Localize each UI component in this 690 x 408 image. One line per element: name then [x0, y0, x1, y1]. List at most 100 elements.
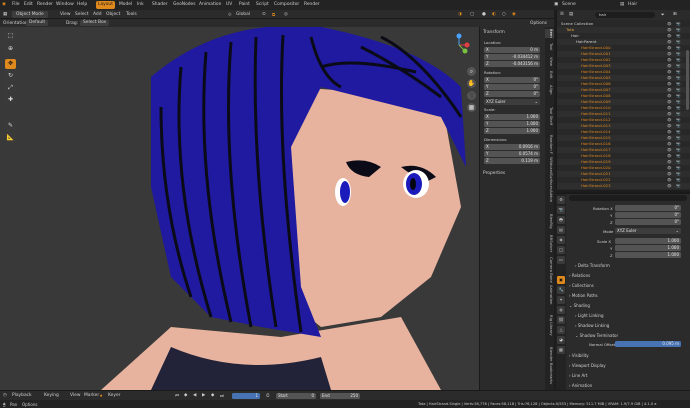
location-z-field[interactable]: Z -0.043156 m	[484, 61, 540, 67]
tab-wildcard-surfaces[interactable]: WildcardSurfacesAddon	[545, 157, 554, 202]
xray-icon[interactable]: ▢	[470, 12, 474, 17]
dimensions-x-field[interactable]: X 0.0916 m	[484, 144, 540, 150]
new-collection-icon[interactable]: ⊞	[673, 12, 677, 17]
tab-tool-shelf[interactable]: Tool Shelf	[545, 107, 554, 125]
outliner-editor-icon[interactable]: ☰	[560, 12, 564, 17]
move-tool-icon[interactable]: ✥	[5, 59, 16, 69]
keying-menu[interactable]: Keying	[44, 393, 59, 398]
tab-item[interactable]: Item	[545, 29, 554, 38]
next-key-icon[interactable]: ◆	[211, 393, 214, 398]
start-frame-field[interactable]: Start 0	[276, 393, 316, 399]
view-layer-props-icon[interactable]: ▤	[557, 226, 565, 234]
outline-icon[interactable]: ◉	[512, 12, 516, 17]
end-frame-field[interactable]: End 250	[320, 393, 360, 399]
tab-blender-bookmarks[interactable]: Blender Bookmarks	[545, 347, 554, 384]
editor-type-icon[interactable]: ▦	[3, 12, 7, 17]
rotation-y-field[interactable]: Y 0°	[484, 84, 540, 90]
drag-dropdown[interactable]: Select Box	[80, 20, 110, 26]
section-delta-transform[interactable]: › Delta Transform	[575, 262, 690, 270]
mode-dropdown[interactable]: Object Mode	[12, 11, 48, 18]
shading-solid-icon[interactable]: ●	[482, 12, 486, 17]
shading-material-icon[interactable]: ◐	[492, 12, 496, 17]
section-shadow-linking[interactable]: › Shadow Linking	[575, 322, 690, 330]
normal-offset-field[interactable]: 0.095 m	[615, 341, 681, 347]
section-visibility[interactable]: › Visibility	[569, 352, 689, 360]
tab-animation[interactable]: Animation	[545, 285, 554, 304]
tab-brsolver[interactable]: BRSolver	[545, 235, 554, 252]
play-icon[interactable]: ▶	[202, 393, 205, 398]
menu-edit[interactable]: Edit	[24, 2, 33, 7]
tab-compositor[interactable]: Compositor	[272, 1, 301, 9]
scale-z-field[interactable]: Z 1.000	[484, 128, 540, 134]
tab-animation[interactable]: Animation	[197, 1, 223, 9]
viewlayer-selector[interactable]: Hair	[628, 2, 637, 7]
section-shadow-terminator[interactable]: ⌄ Shadow Terminator	[575, 332, 690, 340]
measure-tool-icon[interactable]: 📐	[5, 133, 16, 143]
keyer-dropdown[interactable]: Keyer	[108, 393, 120, 398]
properties-section-header[interactable]: Properties	[483, 171, 505, 176]
rotate-tool-icon[interactable]: ↻	[5, 71, 16, 81]
tab-rig-library[interactable]: Rig Library	[545, 315, 554, 336]
section-shading[interactable]: ⌄ Shading	[569, 302, 689, 310]
zoom-icon[interactable]: ⌕	[467, 67, 476, 76]
material-props-icon[interactable]: ◕	[557, 336, 565, 344]
menu-help[interactable]: Help	[77, 2, 87, 7]
transform-orientation-dropdown[interactable]: Global	[236, 12, 250, 17]
perspective-grid-icon[interactable]: ▦	[467, 103, 476, 112]
options-dropdown[interactable]: Options	[530, 21, 547, 26]
tab-uv[interactable]: UV	[224, 1, 234, 9]
object-props-icon[interactable]: ▣	[557, 276, 565, 284]
timeline-editor-icon[interactable]: ◷	[3, 393, 7, 398]
scene-props-icon[interactable]: ◈	[557, 236, 565, 244]
jump-start-icon[interactable]: ⏮	[175, 393, 179, 399]
dimensions-z-field[interactable]: Z 0.119 m	[484, 158, 540, 164]
constraints-props-icon[interactable]: ⛓	[557, 316, 565, 324]
section-relations[interactable]: › Relations	[569, 272, 689, 280]
tab-tool[interactable]: Tool	[545, 43, 554, 50]
pivot-icon[interactable]: ⊙	[262, 12, 266, 17]
tab-render[interactable]: Render	[302, 1, 322, 9]
render-props-icon[interactable]: 📷	[557, 206, 565, 214]
location-y-field[interactable]: Y -0.034412 m	[484, 54, 540, 60]
current-frame-field[interactable]: 1	[232, 393, 260, 399]
navigation-gizmo[interactable]	[456, 33, 470, 54]
prop-rotation-z-field[interactable]: 0°	[615, 219, 681, 225]
marker-menu[interactable]: Marker	[84, 393, 99, 398]
menu-tools[interactable]: Tools	[126, 12, 137, 17]
select-tool-icon[interactable]: ⬚	[5, 31, 16, 41]
view-menu[interactable]: View	[70, 393, 80, 398]
display-mode-icon[interactable]: ▤	[569, 12, 573, 17]
blender-logo-icon[interactable]: ◉	[2, 2, 6, 7]
tab-align[interactable]: Align	[545, 85, 554, 95]
world-props-icon[interactable]: ◯	[557, 246, 565, 254]
shading-rendered-icon[interactable]: ○	[502, 12, 506, 17]
menu-select[interactable]: Select	[75, 12, 89, 17]
menu-object[interactable]: Object	[106, 12, 120, 17]
auto-key-icon[interactable]: ⏺	[100, 393, 102, 399]
location-x-field[interactable]: X0 m	[484, 47, 540, 53]
rotation-x-field[interactable]: X 0°	[484, 77, 540, 83]
tab-paint[interactable]: Paint	[237, 1, 252, 9]
modifier-props-icon[interactable]: 🔧	[557, 286, 565, 294]
transform-tool-icon[interactable]: ✚	[5, 95, 16, 105]
section-motion-paths[interactable]: › Motion Paths	[569, 292, 689, 300]
overlay-icon[interactable]: ◑	[458, 12, 462, 17]
output-props-icon[interactable]: 🖶	[557, 216, 565, 224]
section-light-linking[interactable]: › Light Linking	[575, 312, 690, 320]
physics-props-icon[interactable]: ◍	[557, 306, 565, 314]
orientation-dropdown[interactable]: Default	[26, 20, 49, 26]
playback-menu[interactable]: Playback	[12, 393, 32, 398]
proportional-icon[interactable]: ◎	[284, 12, 288, 17]
menu-file[interactable]: File	[12, 2, 20, 7]
section-animation[interactable]: › Animation	[569, 382, 689, 390]
transform-section-header[interactable]: Transform	[483, 30, 505, 35]
particles-props-icon[interactable]: ✦	[557, 296, 565, 304]
prop-scale-z-field[interactable]: 1.000	[615, 252, 681, 258]
tab-script[interactable]: Script	[254, 1, 271, 9]
properties-search-input[interactable]	[569, 195, 687, 201]
outliner-search-input[interactable]: hair	[595, 12, 655, 18]
camera-view-icon[interactable]: 🎥	[467, 91, 476, 100]
menu-render[interactable]: Render	[37, 2, 53, 7]
menu-window[interactable]: Window	[56, 2, 74, 7]
prop-rotation-y-field[interactable]: 0°	[615, 212, 681, 218]
